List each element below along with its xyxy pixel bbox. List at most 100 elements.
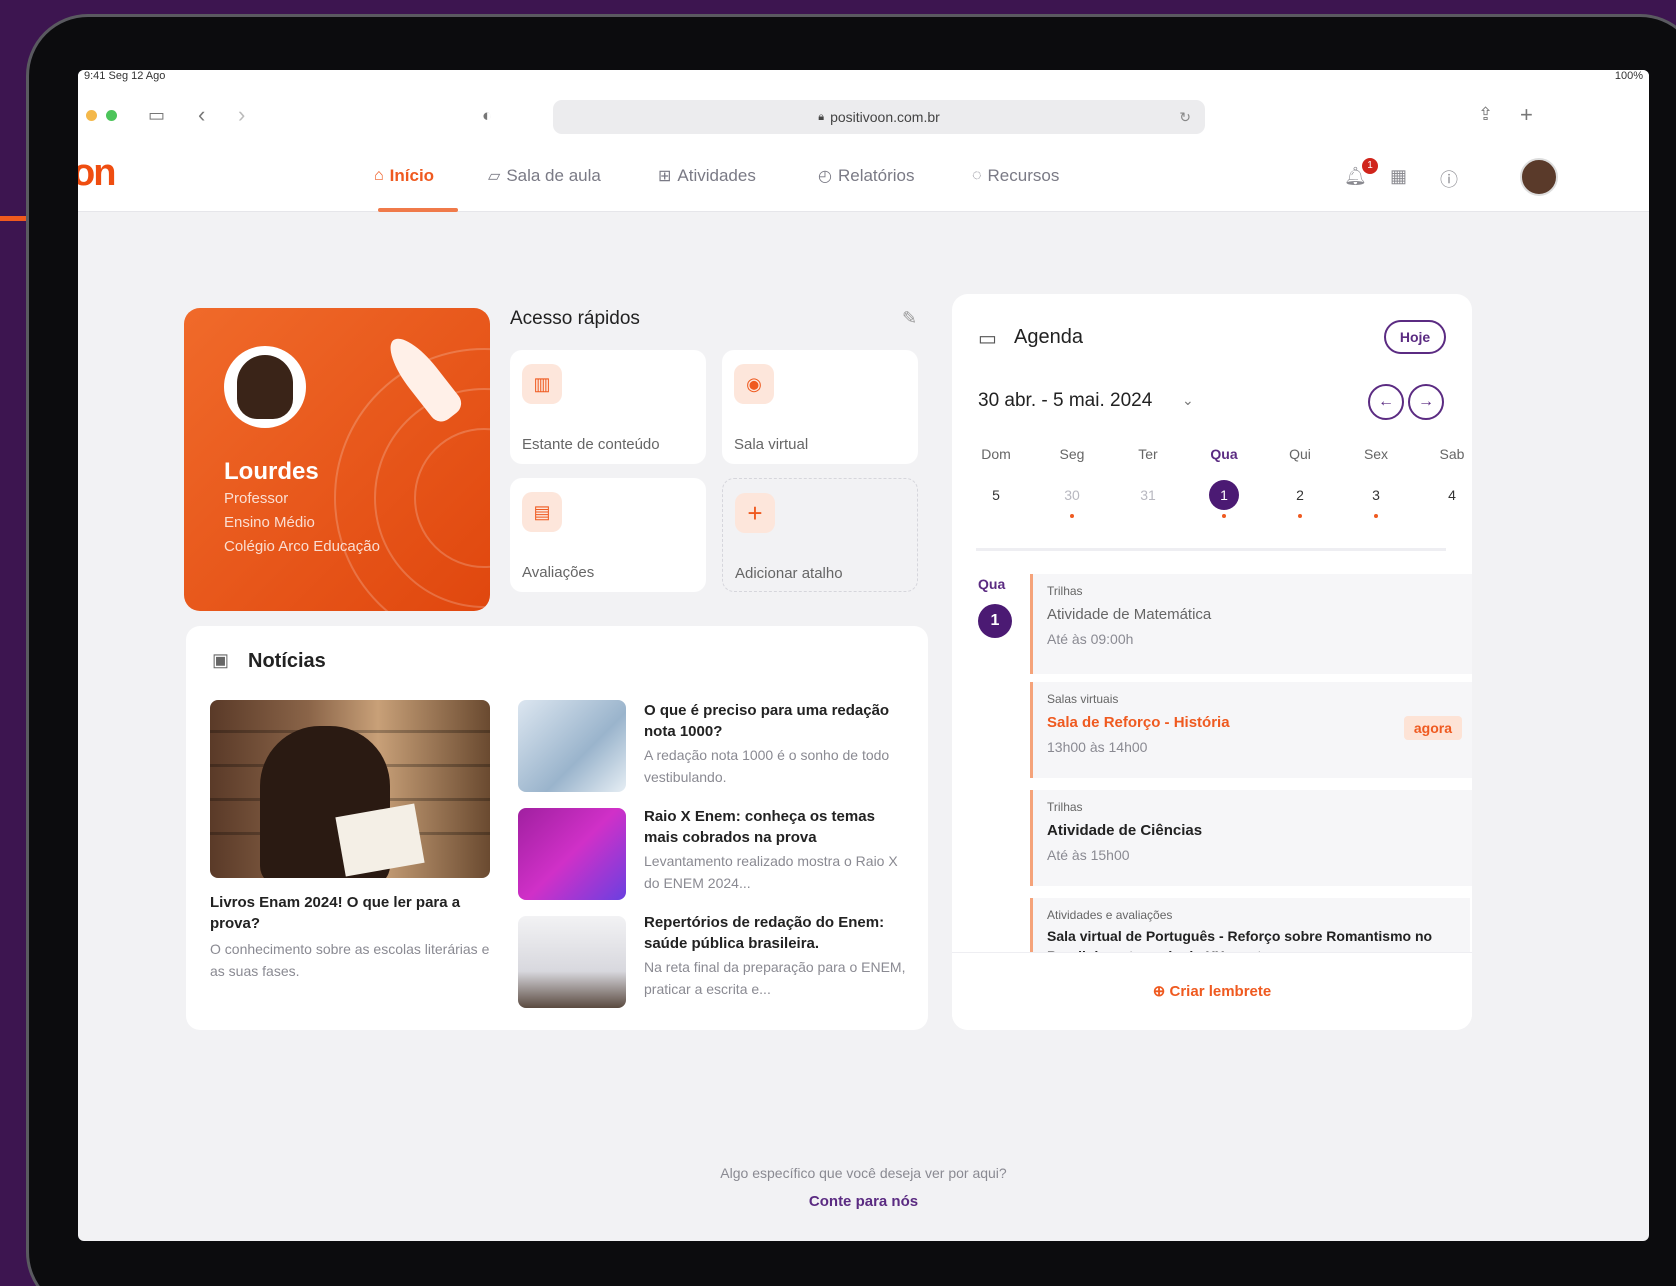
featured-news-image[interactable] [210, 700, 490, 878]
calendar-day[interactable]: 5 [970, 480, 1022, 510]
agenda-event[interactable]: Trilhas Atividade de Matemática Até às 0… [1030, 574, 1472, 674]
app-navbar: on ⌂ Início ▱ Sala de aula ⊞ Atividades ◴ Re… [78, 144, 1649, 212]
reports-icon: ◴ [818, 168, 832, 185]
agenda-event-live[interactable]: Salas virtuais Sala de Reforço - Históri… [1030, 682, 1472, 778]
add-circle-icon: ⊕ [1152, 983, 1166, 1000]
virtual-room-icon: ◉ [734, 364, 774, 404]
nav-recursos[interactable]: ◌ Recursos [972, 166, 1059, 186]
news-summary: O conhecimento sobre as escolas literári… [210, 941, 490, 979]
notification-badge: 1 [1362, 158, 1378, 174]
featured-news[interactable]: Livros Enam 2024! O que ler para a prova… [210, 892, 490, 982]
window-minimize-dot[interactable] [86, 110, 97, 121]
next-week-button[interactable]: → [1408, 384, 1444, 420]
date-range-selector[interactable]: 30 abr. - 5 mai. 2024 [978, 390, 1152, 412]
user-avatar[interactable] [1520, 158, 1558, 196]
agenda-event[interactable]: Trilhas Atividade de Ciências Até às 15h… [1030, 790, 1472, 886]
weekday-label: Seg [1059, 446, 1085, 462]
live-now-badge: agora [1403, 716, 1462, 740]
bookshelf-icon: ▥ [522, 364, 562, 404]
quick-access-card[interactable]: ◉ Sala virtual [722, 350, 918, 464]
divider [976, 548, 1446, 551]
event-category: Salas virtuais [1047, 692, 1119, 706]
event-title: Atividade de Ciências [1047, 822, 1203, 839]
nav-atividades[interactable]: ⊞ Atividades [658, 166, 756, 186]
news-item[interactable]: O que é preciso para uma redação nota 10… [644, 700, 906, 788]
shield-icon[interactable]: ◐ [482, 106, 492, 126]
weekday-label: Sex [1363, 446, 1389, 462]
lock-icon: 🔒︎ [818, 110, 825, 123]
calendar-day[interactable]: 2 [1274, 480, 1326, 510]
quick-access-label: Adicionar atalho [735, 565, 843, 582]
new-tab-icon[interactable]: + [1520, 102, 1533, 128]
quick-access-card[interactable]: ▤ Avaliações [510, 478, 706, 592]
nav-sala-de-aula[interactable]: ▱ Sala de aula [488, 166, 601, 186]
event-title: Atividade de Matemática [1047, 606, 1212, 623]
news-panel: ▣ Notícias Livros Enam 2024! O que ler p… [186, 626, 928, 1030]
brand-logo[interactable]: on [78, 152, 116, 195]
event-indicator-dot [1298, 514, 1302, 518]
url-text: positivoon.com.br [830, 109, 940, 125]
news-summary: Levantamento realizado mostra o Raio X d… [644, 853, 898, 891]
active-tab-indicator [378, 208, 458, 212]
address-bar[interactable]: 🔒︎ positivoon.com.br ↻ [553, 100, 1205, 134]
event-indicator-dot [1374, 514, 1378, 518]
quick-access-label: Sala virtual [734, 436, 809, 453]
weekday-label: Qui [1289, 446, 1311, 462]
weekday-label: Qua [1210, 446, 1238, 462]
tablet-screen: 9:41 Seg 12 Ago 100% ▭ ‹ › ◐ 🔒︎ positivo… [78, 70, 1649, 1241]
news-summary: A redação nota 1000 é o sonho de todo ve… [644, 747, 890, 785]
news-item[interactable]: Repertórios de redação do Enem: saúde pú… [644, 912, 906, 1000]
calendar-day[interactable]: 3 [1350, 480, 1402, 510]
news-thumbnail[interactable] [518, 700, 626, 792]
calendar-day[interactable]: 4 [1426, 480, 1472, 510]
share-icon[interactable]: ⇪ [1478, 104, 1493, 125]
news-thumbnail[interactable] [518, 808, 626, 900]
news-item[interactable]: Raio X Enem: conheça os temas mais cobra… [644, 806, 906, 894]
reload-icon[interactable]: ↻ [1179, 109, 1191, 126]
home-icon: ⌂ [374, 167, 384, 184]
calendar-day-selected[interactable]: 1 [1198, 480, 1250, 510]
event-category: Atividades e avaliações [1047, 908, 1173, 922]
nav-relatorios[interactable]: ◴ Relatórios [818, 166, 915, 186]
news-headline: O que é preciso para uma redação nota 10… [644, 702, 890, 740]
feedback-link[interactable]: Conte para nós [78, 1193, 1649, 1210]
calendar-day[interactable]: 31 [1122, 480, 1174, 510]
previous-week-button[interactable]: ← [1368, 384, 1404, 420]
selected-day-badge: 1 [978, 604, 1012, 638]
browser-toolbar: ▭ ‹ › ◐ 🔒︎ positivoon.com.br ↻ ⇪ + [78, 88, 1649, 144]
classroom-icon: ▱ [488, 168, 501, 185]
news-summary: Na reta final da preparação para o ENEM,… [644, 959, 906, 997]
quick-access-title: Acesso rápidos [510, 308, 640, 329]
event-category: Trilhas [1047, 584, 1083, 598]
status-battery: 100% [1614, 70, 1643, 82]
news-thumbnail[interactable] [518, 916, 626, 1008]
forward-icon[interactable]: › [238, 102, 245, 128]
nav-inicio[interactable]: ⌂ Início [374, 166, 434, 186]
profile-role: Professor [224, 490, 289, 507]
today-button[interactable]: Hoje [1384, 320, 1446, 354]
add-shortcut-card[interactable]: + Adicionar atalho [722, 478, 918, 592]
event-time: Até às 09:00h [1047, 631, 1134, 647]
newspaper-icon: ▣ [212, 650, 230, 670]
window-zoom-dot[interactable] [106, 110, 117, 121]
quick-access-card[interactable]: ▥ Estante de conteúdo [510, 350, 706, 464]
sidebar-toggle-icon[interactable]: ▭ [148, 105, 165, 126]
chevron-down-icon[interactable]: ⌄ [1182, 392, 1194, 409]
status-bar: 9:41 Seg 12 Ago 100% [78, 70, 1649, 88]
help-icon[interactable]: ⓘ [1440, 166, 1458, 192]
calendar-day[interactable]: 30 [1046, 480, 1098, 510]
profile-name: Lourdes [224, 458, 319, 485]
back-icon[interactable]: ‹ [198, 102, 205, 128]
edit-icon[interactable]: ✎ [902, 308, 917, 329]
selected-day-label: Qua [978, 576, 1006, 592]
resources-icon: ◌ [972, 167, 982, 184]
status-time: 9:41 Seg 12 Ago [84, 70, 166, 82]
profile-card: Lourdes Professor Ensino Médio Colégio A… [184, 308, 490, 611]
news-headline: Repertórios de redação do Enem: saúde pú… [644, 914, 885, 952]
create-reminder-button[interactable]: ⊕ Criar lembrete [952, 952, 1472, 1030]
apps-grid-icon[interactable]: ▦ [1390, 166, 1407, 187]
event-time: Até às 15h00 [1047, 847, 1130, 863]
feedback-question: Algo específico que você deseja ver por … [720, 1165, 1007, 1181]
weekday-label: Ter [1138, 446, 1158, 462]
profile-school: Colégio Arco Educação [224, 538, 380, 555]
